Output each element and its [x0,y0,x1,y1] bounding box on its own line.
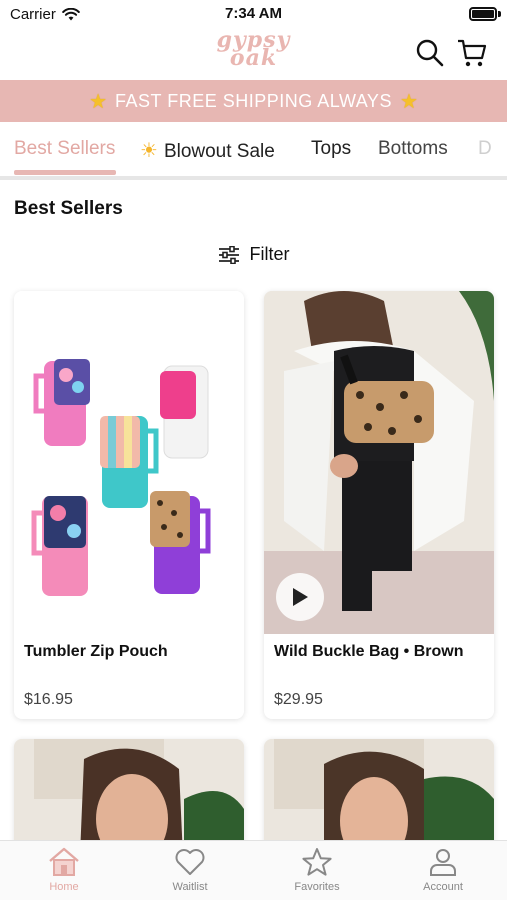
app-header: gypsy oak [0,28,507,80]
battery-nub [498,11,501,17]
tabbar-favorites[interactable]: Favorites [267,847,367,893]
filter-label: Filter [249,244,290,264]
tabbar-account[interactable]: Account [393,847,493,893]
heart-icon [175,849,205,875]
product-card[interactable]: Tumbler Zip Pouch $16.95 [14,291,244,719]
tumbler-pouch-photo [31,359,211,596]
filter-button[interactable]: Filter [0,244,507,265]
star-icon [302,848,332,876]
tab-blowout-sale-label: Blowout Sale [163,141,275,162]
promo-text: FAST FREE SHIPPING ALWAYS [115,90,392,111]
product-image[interactable] [14,291,244,634]
product-price: $29.95 [274,691,323,708]
tabbar-home-label: Home [49,881,79,893]
tabbar-favorites-label: Favorites [294,881,340,893]
status-bar: Carrier 7:34 AM [0,0,507,28]
category-tabs: Best Sellers ☀ Blowout Sale Tops Bottoms … [0,122,507,180]
tab-blowout-sale[interactable]: ☀ Blowout Sale [140,138,275,163]
play-icon [293,588,308,606]
tabbar-waitlist[interactable]: Waitlist [140,847,240,893]
play-video-button[interactable] [276,573,324,621]
tab-best-sellers[interactable]: Best Sellers [14,138,115,160]
star-emoji-icon: ★ [89,90,108,113]
tab-tops[interactable]: Tops [311,138,351,160]
product-name[interactable]: Tumbler Zip Pouch [24,643,168,661]
tabbar-account-label: Account [423,881,463,893]
bottom-tab-bar: Home Waitlist Favorites Account [0,840,507,900]
star-emoji-icon: ★ [399,90,418,113]
sun-icon: ☀ [140,140,158,162]
clock: 7:34 AM [225,5,282,22]
product-name[interactable]: Wild Buckle Bag • Brown [274,643,463,661]
battery-icon [469,7,497,21]
sliders-icon [218,245,239,264]
product-image[interactable] [264,291,494,634]
tab-bottoms[interactable]: Bottoms [378,138,448,160]
person-icon [430,849,456,876]
product-card[interactable]: Wild Buckle Bag • Brown $29.95 [264,291,494,719]
tabbar-home[interactable]: Home [14,847,114,893]
search-icon[interactable] [415,38,445,68]
home-icon [49,847,79,876]
section-title: Best Sellers [14,198,123,219]
active-tab-indicator [14,170,116,175]
product-price: $16.95 [24,691,73,708]
tab-next[interactable]: D [478,138,492,160]
promo-banner[interactable]: ★ FAST FREE SHIPPING ALWAYS ★ [0,80,507,122]
tabbar-waitlist-label: Waitlist [172,881,208,893]
cart-icon[interactable] [457,38,487,68]
